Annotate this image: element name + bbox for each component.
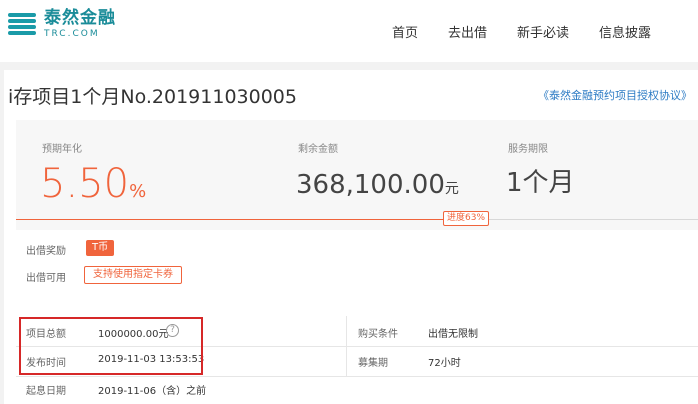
- logo-name-en: TRC.COM: [44, 29, 100, 39]
- period-label: 服务期限: [508, 144, 548, 155]
- page-title: i存项目1个月No.201911030005: [8, 86, 297, 108]
- stats-box: 预期年化 5.50% 剩余金额 368,100.00元 服务期限 1个月 进度6…: [16, 120, 698, 230]
- row-divider: [16, 376, 698, 377]
- highlight-box: [19, 317, 203, 375]
- column-divider: [346, 316, 347, 376]
- nav-disclosure[interactable]: 信息披露: [599, 22, 651, 41]
- raise-value: 72小时: [428, 358, 461, 369]
- top-header: 泰然金融 TRC.COM 首页 去出借 新手必读 信息披露: [0, 0, 698, 62]
- progress-bar: 进度63%: [16, 211, 698, 226]
- progress-badge: 进度63%: [443, 211, 490, 226]
- rate-label: 预期年化: [42, 144, 82, 155]
- raise-label: 募集期: [358, 358, 388, 369]
- reward-tag: T币: [86, 240, 115, 256]
- purchase-value: 出借无限制: [428, 329, 478, 340]
- nav-home[interactable]: 首页: [392, 22, 418, 41]
- period-value: 1个月: [506, 168, 575, 198]
- rate-value: 5.50%: [40, 161, 147, 207]
- start-label: 起息日期: [26, 386, 66, 397]
- nav-lend[interactable]: 去出借: [448, 22, 487, 41]
- remaining-label: 剩余金额: [298, 144, 338, 155]
- start-value: 2019-11-06（含）之前: [98, 386, 207, 397]
- logo-waves-icon: [8, 10, 36, 38]
- purchase-label: 购买条件: [358, 329, 398, 340]
- remaining-value: 368,100.00元: [296, 170, 459, 200]
- reward-label: 出借奖励: [26, 246, 66, 257]
- progress-fill: [16, 219, 446, 220]
- usable-label: 出借可用: [26, 273, 66, 284]
- site-logo[interactable]: 泰然金融 TRC.COM: [8, 8, 116, 40]
- agreement-link[interactable]: 《泰然金融预约项目授权协议》: [538, 87, 692, 103]
- coupon-tag[interactable]: 支持使用指定卡券: [84, 266, 182, 284]
- logo-name-cn: 泰然金融: [44, 8, 116, 28]
- nav-beginner[interactable]: 新手必读: [517, 22, 569, 41]
- main-nav: 首页 去出借 新手必读 信息披露: [392, 22, 681, 41]
